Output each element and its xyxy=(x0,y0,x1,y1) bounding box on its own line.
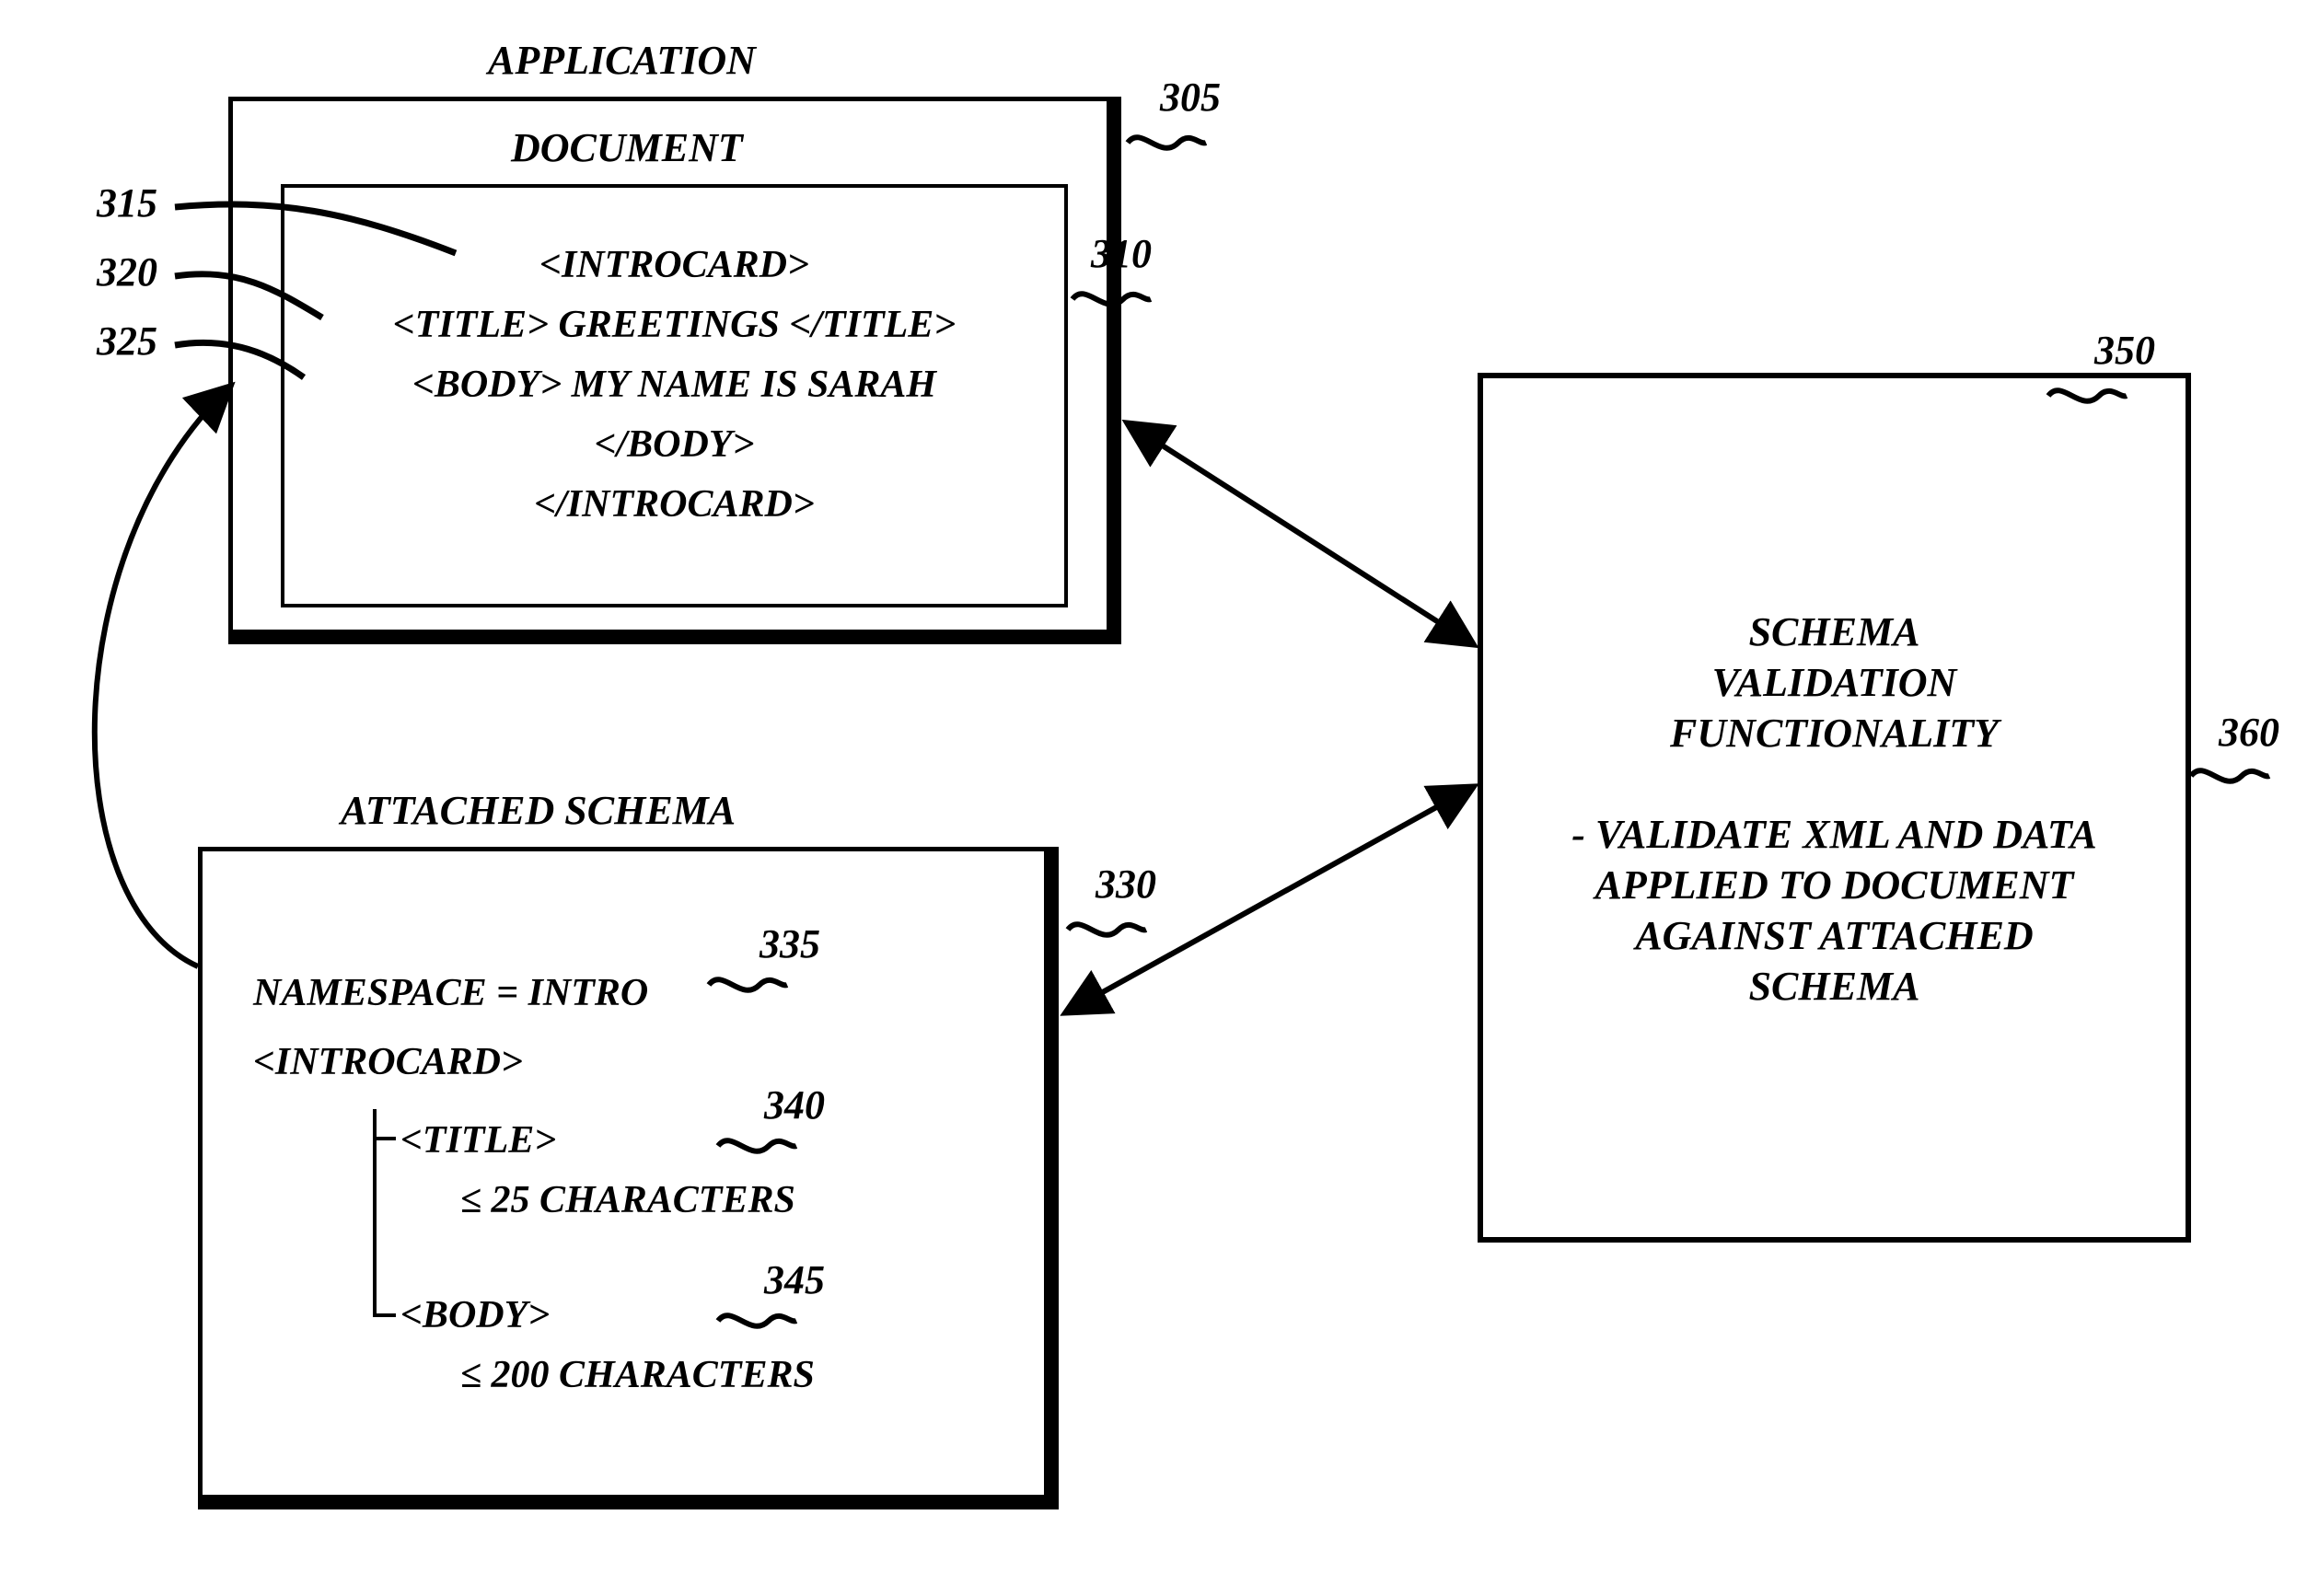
ref-360: 360 xyxy=(2219,709,2279,756)
document-line-3: <BODY> MY NAME IS SARAH xyxy=(284,363,1064,407)
validation-desc-4: SCHEMA xyxy=(1483,963,2186,1010)
document-line-2: <TITLE> GREETINGS </TITLE> xyxy=(284,303,1064,347)
document-box: <INTROCARD> <TITLE> GREETINGS </TITLE> <… xyxy=(281,184,1068,607)
ref-310: 310 xyxy=(1091,230,1152,277)
validation-heading-1: SCHEMA xyxy=(1483,608,2186,655)
schema-title-tag: <TITLE> xyxy=(400,1118,556,1162)
schema-body-rule: ≤ 200 CHARACTERS xyxy=(460,1353,815,1397)
validation-desc-3: AGAINST ATTACHED xyxy=(1483,912,2186,959)
application-title: APPLICATION xyxy=(488,37,756,84)
ref-335: 335 xyxy=(759,920,820,967)
validation-desc-1: - VALIDATE XML AND DATA xyxy=(1483,811,2186,858)
ref-320: 320 xyxy=(97,249,157,295)
tree-h-body xyxy=(373,1313,396,1317)
schema-title-rule: ≤ 25 CHARACTERS xyxy=(460,1178,795,1222)
ref-315: 315 xyxy=(97,179,157,226)
attached-schema-box: NAMESPACE = INTRO <INTROCARD> <TITLE> ≤ … xyxy=(198,847,1059,1509)
validation-box: SCHEMA VALIDATION FUNCTIONALITY - VALIDA… xyxy=(1478,373,2191,1243)
schema-namespace: NAMESPACE = INTRO xyxy=(253,971,648,1015)
document-line-4: </BODY> xyxy=(284,422,1064,467)
ref-330: 330 xyxy=(1096,861,1156,908)
schema-body-tag: <BODY> xyxy=(400,1293,550,1337)
validation-heading-3: FUNCTIONALITY xyxy=(1483,710,2186,757)
document-title: DOCUMENT xyxy=(511,124,743,171)
diagram-canvas: APPLICATION <INTROCARD> <TITLE> GREETING… xyxy=(0,0,2319,1596)
document-line-1: <INTROCARD> xyxy=(284,243,1064,287)
validation-heading-2: VALIDATION xyxy=(1483,659,2186,706)
ref-325: 325 xyxy=(97,318,157,364)
document-line-5: </INTROCARD> xyxy=(284,482,1064,526)
ref-350: 350 xyxy=(2094,327,2155,374)
schema-introcard: <INTROCARD> xyxy=(253,1040,523,1084)
squiggle-330 xyxy=(1068,924,1146,935)
squiggle-305 xyxy=(1128,137,1206,148)
ref-305: 305 xyxy=(1160,74,1221,121)
ref-340: 340 xyxy=(764,1081,825,1128)
squiggle-360 xyxy=(2191,770,2269,781)
tree-h-title xyxy=(373,1137,396,1140)
attached-schema-title: ATTACHED SCHEMA xyxy=(341,787,736,834)
ref-345: 345 xyxy=(764,1256,825,1303)
arrow-app-validation xyxy=(1128,423,1473,644)
validation-desc-2: APPLIED TO DOCUMENT xyxy=(1483,862,2186,908)
